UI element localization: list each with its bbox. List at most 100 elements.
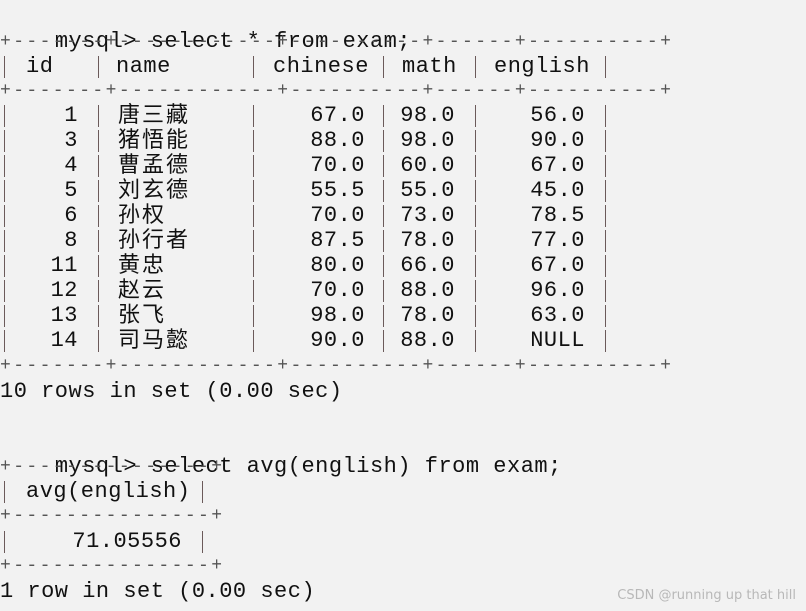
table-border: +-------+------------+----------+------+… bbox=[0, 356, 674, 376]
column-separator bbox=[605, 205, 606, 227]
column-header-english: english bbox=[494, 54, 590, 79]
cell-math: 78.0 bbox=[400, 228, 455, 253]
column-separator bbox=[475, 130, 476, 152]
cell-chinese: 90.0 bbox=[310, 328, 365, 353]
watermark: CSDN @running up that hill bbox=[617, 588, 796, 603]
table-header: avg(english) bbox=[0, 479, 210, 504]
column-separator bbox=[383, 255, 384, 277]
column-separator bbox=[383, 305, 384, 327]
cell-english: 63.0 bbox=[530, 303, 585, 328]
table-row: 4 曹孟德 70.0 60.0 67.0 bbox=[0, 153, 610, 178]
cell-english: 96.0 bbox=[530, 278, 585, 303]
column-separator bbox=[253, 305, 254, 327]
table-border: +---------------+ bbox=[0, 457, 225, 477]
column-separator bbox=[605, 305, 606, 327]
column-separator bbox=[605, 255, 606, 277]
cell-math: 78.0 bbox=[400, 303, 455, 328]
table-row: 5 刘玄德 55.5 55.0 45.0 bbox=[0, 178, 610, 203]
cell-id: 11 bbox=[50, 253, 78, 278]
table-border: +-------+------------+----------+------+… bbox=[0, 32, 674, 52]
cell-id: 4 bbox=[64, 153, 78, 178]
cell-id: 13 bbox=[50, 303, 78, 328]
column-separator bbox=[475, 205, 476, 227]
column-separator bbox=[4, 130, 5, 152]
cell-name: 唐三藏 bbox=[118, 103, 191, 128]
column-separator bbox=[253, 130, 254, 152]
cell-chinese: 88.0 bbox=[310, 128, 365, 153]
column-separator bbox=[202, 531, 203, 553]
column-separator bbox=[4, 481, 5, 503]
column-separator bbox=[383, 230, 384, 252]
table-row: 13 张飞 98.0 78.0 63.0 bbox=[0, 303, 610, 328]
column-separator bbox=[475, 230, 476, 252]
column-separator bbox=[202, 481, 203, 503]
cell-name: 司马懿 bbox=[118, 328, 191, 353]
table-row: 6 孙权 70.0 73.0 78.5 bbox=[0, 203, 610, 228]
column-separator bbox=[475, 330, 476, 352]
cell-id: 14 bbox=[50, 328, 78, 353]
column-separator bbox=[98, 230, 99, 252]
column-separator bbox=[98, 56, 99, 78]
column-separator bbox=[475, 255, 476, 277]
cell-english: NULL bbox=[530, 328, 585, 353]
column-separator bbox=[383, 180, 384, 202]
column-separator bbox=[605, 180, 606, 202]
table-header: id name chinese math english bbox=[0, 54, 610, 79]
column-separator bbox=[98, 130, 99, 152]
column-separator bbox=[605, 280, 606, 302]
cell-chinese: 67.0 bbox=[310, 103, 365, 128]
table-row: 71.05556 bbox=[0, 529, 210, 554]
column-separator bbox=[4, 205, 5, 227]
column-separator bbox=[98, 105, 99, 127]
table-row: 8 孙行者 87.5 78.0 77.0 bbox=[0, 228, 610, 253]
column-separator bbox=[98, 205, 99, 227]
cell-avg-english: 71.05556 bbox=[72, 529, 182, 554]
column-header-avg-english: avg(english) bbox=[26, 479, 191, 504]
column-separator bbox=[383, 130, 384, 152]
column-separator bbox=[98, 180, 99, 202]
cell-math: 98.0 bbox=[400, 103, 455, 128]
column-separator bbox=[475, 305, 476, 327]
column-separator bbox=[605, 56, 606, 78]
column-separator bbox=[253, 180, 254, 202]
column-separator bbox=[383, 205, 384, 227]
cell-id: 1 bbox=[64, 103, 78, 128]
column-header-id: id bbox=[26, 54, 54, 79]
column-separator bbox=[253, 280, 254, 302]
result-summary-2: 1 row in set (0.00 sec) bbox=[0, 579, 316, 604]
column-separator bbox=[98, 255, 99, 277]
command-line-2: mysql> select avg(english) from exam; bbox=[0, 429, 562, 479]
column-separator bbox=[4, 180, 5, 202]
column-separator bbox=[383, 280, 384, 302]
cell-math: 73.0 bbox=[400, 203, 455, 228]
column-separator bbox=[4, 230, 5, 252]
cell-id: 12 bbox=[50, 278, 78, 303]
column-separator bbox=[475, 105, 476, 127]
cell-math: 60.0 bbox=[400, 153, 455, 178]
cell-math: 55.0 bbox=[400, 178, 455, 203]
column-separator bbox=[4, 305, 5, 327]
cell-english: 45.0 bbox=[530, 178, 585, 203]
column-separator bbox=[4, 56, 5, 78]
column-separator bbox=[98, 280, 99, 302]
cell-id: 8 bbox=[64, 228, 78, 253]
cell-name: 猪悟能 bbox=[118, 128, 191, 153]
column-separator bbox=[605, 330, 606, 352]
column-separator bbox=[253, 155, 254, 177]
cell-chinese: 70.0 bbox=[310, 278, 365, 303]
column-separator bbox=[605, 230, 606, 252]
column-separator bbox=[4, 531, 5, 553]
column-separator bbox=[253, 205, 254, 227]
table-border: +-------+------------+----------+------+… bbox=[0, 81, 674, 101]
column-separator bbox=[253, 255, 254, 277]
cell-math: 88.0 bbox=[400, 278, 455, 303]
column-separator bbox=[475, 155, 476, 177]
column-separator bbox=[475, 280, 476, 302]
cell-chinese: 80.0 bbox=[310, 253, 365, 278]
cell-english: 78.5 bbox=[530, 203, 585, 228]
column-separator bbox=[4, 255, 5, 277]
column-header-name: name bbox=[116, 54, 171, 79]
column-separator bbox=[605, 105, 606, 127]
cell-math: 88.0 bbox=[400, 328, 455, 353]
column-separator bbox=[253, 105, 254, 127]
